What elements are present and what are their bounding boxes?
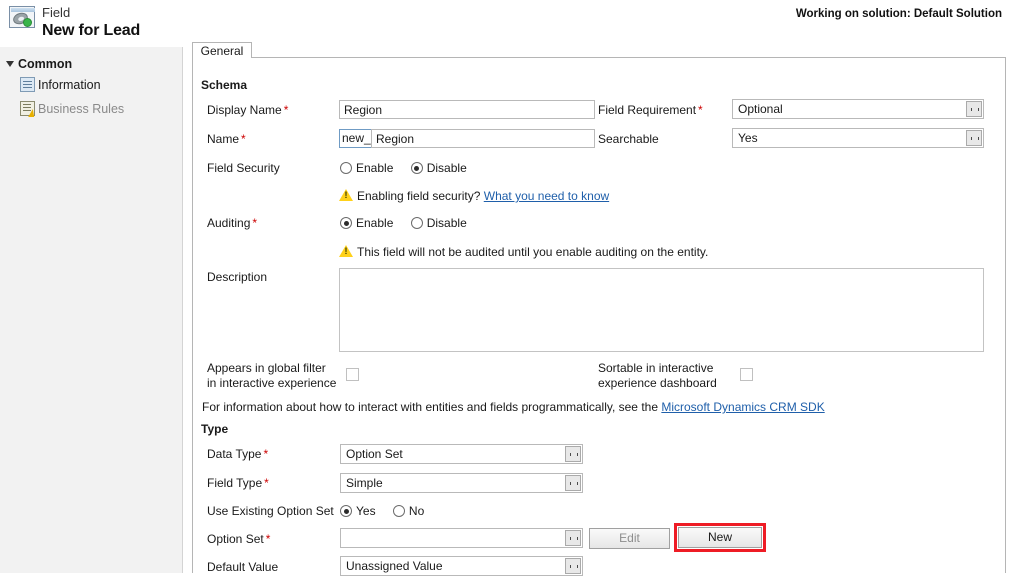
searchable-label: Searchable <box>598 132 659 146</box>
auditing-warning: This field will not be audited until you… <box>339 245 708 259</box>
sortable-label: Sortable in interactive experience dashb… <box>598 361 717 390</box>
data-type-label: Data Type * <box>207 447 269 461</box>
chevron-down-icon[interactable] <box>966 101 982 117</box>
option-set-new-button[interactable]: New <box>678 527 762 548</box>
field-requirement-label: Field Requirement * <box>598 103 703 117</box>
name-input[interactable] <box>371 129 595 148</box>
field-security-enable-radio[interactable]: Enable <box>340 161 393 175</box>
nav-group-common: Common Information Business Rules <box>0 55 182 121</box>
field-window-icon <box>9 6 37 30</box>
sdk-note: For information about how to interact wi… <box>202 400 825 414</box>
crm-sdk-link[interactable]: Microsoft Dynamics CRM SDK <box>661 400 824 414</box>
solution-info-label: Working on solution: Default Solution <box>795 8 1002 20</box>
default-value-value: Unassigned Value <box>346 559 443 573</box>
field-type-select[interactable]: Simple <box>340 473 583 493</box>
field-type-value: Simple <box>346 476 383 490</box>
auditing-enable-radio[interactable]: Enable <box>340 216 393 230</box>
tab-strip: General <box>192 42 1006 58</box>
sidebar: Common Information Business Rules <box>0 47 183 573</box>
default-value-select[interactable]: Unassigned Value <box>340 556 583 576</box>
entity-type-label: Field <box>42 5 71 20</box>
default-value-label: Default Value <box>207 560 279 574</box>
document-icon <box>20 77 35 92</box>
use-existing-option-set-label: Use Existing Option Set <box>207 504 334 518</box>
sidebar-item-label: Business Rules <box>38 102 125 116</box>
option-set-label: Option Set * <box>207 532 271 546</box>
radio-circle-selected-icon <box>340 217 352 229</box>
warning-icon <box>339 245 353 258</box>
description-label: Description <box>207 270 268 284</box>
field-security-label: Field Security <box>207 161 280 175</box>
type-section-heading: Type <box>201 422 229 436</box>
searchable-value: Yes <box>738 131 758 145</box>
global-filter-checkbox[interactable] <box>346 368 359 381</box>
nav-group-header-common[interactable]: Common <box>6 55 182 73</box>
display-name-label: Display Name * <box>207 103 289 117</box>
use-existing-yes-radio[interactable]: Yes <box>340 504 376 518</box>
warning-icon <box>339 189 353 202</box>
chevron-down-icon[interactable] <box>966 130 982 146</box>
global-filter-label: Appears in global filter in interactive … <box>207 361 337 390</box>
auditing-disable-radio[interactable]: Disable <box>410 216 467 230</box>
chevron-down-icon[interactable] <box>565 446 581 462</box>
business-rules-icon <box>20 101 35 116</box>
sidebar-item-label: Information <box>38 78 101 92</box>
field-type-label: Field Type * <box>207 476 269 490</box>
option-set-edit-button[interactable]: Edit <box>589 528 670 549</box>
chevron-down-icon[interactable] <box>565 558 581 574</box>
display-name-input[interactable] <box>339 100 595 119</box>
field-security-help-link[interactable]: What you need to know <box>484 189 609 203</box>
field-requirement-select[interactable]: Optional <box>732 99 984 119</box>
use-existing-option-set-radio-group[interactable]: Yes No <box>340 504 438 518</box>
sortable-checkbox[interactable] <box>740 368 753 381</box>
description-textarea[interactable] <box>339 268 984 352</box>
radio-circle-selected-icon <box>410 162 423 174</box>
schema-section-heading: Schema <box>201 78 248 92</box>
field-security-warning: Enabling field security? What you need t… <box>339 189 609 203</box>
field-security-disable-radio[interactable]: Disable <box>410 161 467 175</box>
field-requirement-value: Optional <box>738 102 783 116</box>
radio-circle-selected-icon <box>340 505 352 517</box>
radio-circle-icon <box>340 162 352 174</box>
chevron-down-icon[interactable] <box>565 475 581 491</box>
sidebar-item-information[interactable]: Information <box>6 73 182 97</box>
page-title: New for Lead <box>42 22 141 39</box>
option-set-select[interactable] <box>340 528 583 548</box>
searchable-select[interactable]: Yes <box>732 128 984 148</box>
sidebar-item-business-rules[interactable]: Business Rules <box>6 97 182 121</box>
radio-circle-icon <box>392 505 405 517</box>
use-existing-no-radio[interactable]: No <box>392 504 424 518</box>
nav-group-label: Common <box>18 57 73 71</box>
chevron-down-icon[interactable] <box>565 530 581 546</box>
form-panel: Schema Display Name* Field Requirement* … <box>192 57 1006 576</box>
tab-general[interactable]: General <box>192 42 252 58</box>
radio-circle-icon <box>410 217 423 229</box>
auditing-label: Auditing * <box>207 216 258 230</box>
name-prefix-box: new_ <box>339 129 372 148</box>
field-security-radio-group[interactable]: Enable Disable <box>340 161 481 175</box>
auditing-radio-group[interactable]: Enable Disable <box>340 216 481 230</box>
collapse-arrow-icon <box>6 61 14 67</box>
data-type-select[interactable]: Option Set <box>340 444 583 464</box>
page-header: Field New for Lead Working on solution: … <box>0 0 1012 39</box>
data-type-value: Option Set <box>346 447 403 461</box>
name-label: Name * <box>207 132 246 146</box>
